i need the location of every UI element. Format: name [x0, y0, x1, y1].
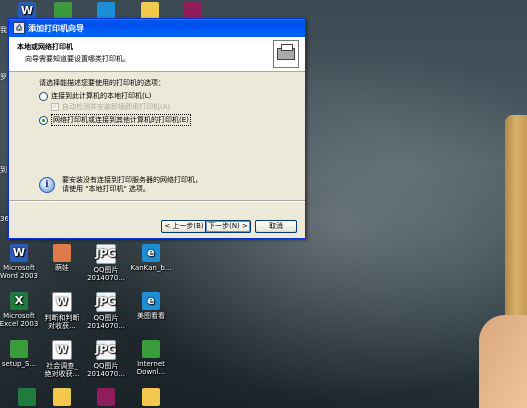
info-line: 请使用 "本地打印机" 选项。 — [62, 185, 150, 193]
info-icon: i — [39, 177, 55, 193]
internet-download-icon — [142, 340, 160, 358]
radio-button[interactable] — [39, 91, 48, 101]
info-text: 要安装没有连接到打印服务器的网络打印机， 请使用 "本地打印机" 选项。 — [62, 176, 262, 194]
option-label: 网络打印机或连接到其他计算机的打印机(E) — [51, 114, 191, 126]
desktop-icon-internet-download[interactable]: Internet Downl... — [124, 340, 178, 376]
desktop-label-fragment: 到 — [0, 166, 7, 174]
next-button-label: 下一步(N) > — [208, 222, 248, 230]
icon-label: 2014070... — [87, 322, 125, 330]
checkbox[interactable]: ✓ — [51, 103, 59, 111]
icon-label: 美图看看 — [137, 312, 165, 320]
info-line: 要安装没有连接到打印服务器的网络打印机， — [62, 176, 202, 184]
next-button[interactable]: 下一步(N) > — [205, 220, 251, 233]
pig-icon — [53, 244, 71, 262]
rar-icon — [97, 388, 115, 406]
printer-wizard-icon: ⎙ — [13, 22, 25, 34]
desktop-icon-kankan[interactable]: e KanKan_b... — [124, 244, 178, 272]
excel-icon: X — [10, 292, 28, 310]
setup-icon — [10, 340, 28, 358]
cancel-button[interactable]: 取消 — [255, 220, 297, 233]
button-separator — [9, 200, 305, 202]
title-bar[interactable]: ⎙ 添加打印机向导 — [9, 19, 305, 37]
app-icon — [18, 388, 36, 406]
kankan-icon: e — [142, 244, 160, 262]
header-subtitle: 向导需要知道要设置哪类打印机。 — [25, 55, 130, 63]
document-icon: W — [52, 292, 72, 312]
image-file-icon: JPG — [95, 244, 117, 264]
image-file-icon: JPG — [95, 340, 117, 360]
folder-icon — [142, 388, 160, 406]
icon-label: Downl... — [136, 368, 166, 376]
printer-icon — [273, 40, 299, 68]
desktop-label-fragment: 罗 — [0, 73, 7, 81]
icon-label: 2014070... — [87, 274, 125, 282]
wizard-header: 本地或网络打印机 向导需要知道要设置哪类打印机。 — [9, 37, 305, 72]
option-label: 连接到此计算机的本地打印机(L) — [51, 92, 152, 100]
folder-icon — [53, 388, 71, 406]
icon-label: KanKan_b... — [130, 264, 172, 272]
auto-detect-checkbox-option[interactable]: ✓ 自动检测并安装即插即用打印机(A) — [51, 102, 170, 112]
document-icon: W — [52, 340, 72, 360]
radio-button[interactable] — [39, 115, 48, 125]
option-label: 自动检测并安装即插即用打印机(A) — [62, 103, 171, 111]
icon-label: Internet — [137, 360, 165, 368]
icon-label: Word 2003 — [0, 272, 39, 280]
word-icon: W — [10, 244, 28, 262]
network-printer-option[interactable]: 网络打印机或连接到其他计算机的打印机(E) — [39, 114, 191, 126]
desktop-icon-meitu[interactable]: e 美图看看 — [124, 292, 178, 320]
back-button[interactable]: < 上一步(B) — [161, 220, 207, 233]
wallpaper-rock-figure — [479, 115, 527, 408]
window-title: 添加打印机向导 — [28, 23, 84, 33]
add-printer-wizard-window: ⎙ 添加打印机向导 本地或网络打印机 向导需要知道要设置哪类打印机。 请选择能描… — [8, 18, 306, 239]
desktop-icon-bottom-4[interactable] — [124, 388, 178, 408]
image-file-icon: JPG — [95, 292, 117, 312]
header-title: 本地或网络打印机 — [17, 43, 73, 51]
selection-prompt: 请选择能描述您要使用的打印机的选项： — [39, 79, 165, 87]
meitu-icon: e — [142, 292, 160, 310]
wizard-body: 请选择能描述您要使用的打印机的选项： 连接到此计算机的本地打印机(L) ✓ 自动… — [9, 72, 305, 234]
back-button-label: < 上一步(B) — [164, 222, 204, 230]
cancel-button-label: 取消 — [269, 222, 283, 230]
local-printer-option[interactable]: 连接到此计算机的本地打印机(L) — [39, 91, 151, 101]
desktop-label-fragment: 我 — [0, 26, 7, 34]
